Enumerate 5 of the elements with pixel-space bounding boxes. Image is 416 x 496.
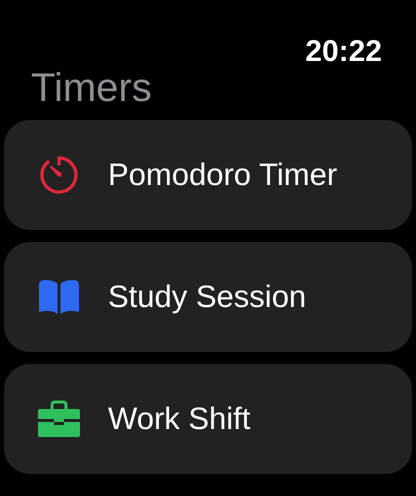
page-title: Timers [30, 66, 153, 110]
timer-item[interactable]: Work Shift [4, 364, 412, 474]
clock-time: 20:22 [305, 34, 382, 70]
timer-item[interactable]: Pomodoro Timer [4, 120, 412, 230]
timer-item[interactable]: Study Session [4, 242, 412, 352]
